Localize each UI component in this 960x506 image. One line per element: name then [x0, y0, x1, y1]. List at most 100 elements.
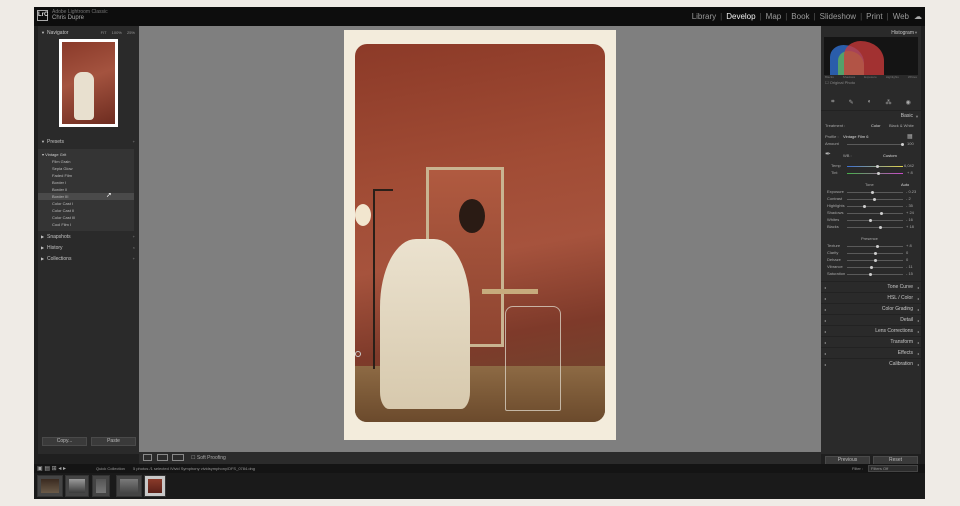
soft-proofing-label[interactable]: ☐ Soft Proofing — [191, 455, 226, 461]
slider-track[interactable] — [847, 220, 903, 221]
module-slideshow[interactable]: Slideshow — [820, 12, 856, 21]
paste-button[interactable]: Paste — [91, 437, 136, 446]
tone-auto-button[interactable]: Auto — [901, 182, 909, 187]
masking-icon[interactable]: ◐ — [868, 99, 872, 105]
zoom-100[interactable]: 100% — [112, 30, 122, 35]
amount-slider[interactable] — [847, 144, 903, 145]
slider-knob[interactable] — [878, 226, 882, 229]
slider-label: Exposure — [827, 189, 844, 194]
slider-track[interactable] — [847, 192, 903, 193]
loupe-view-icon[interactable] — [143, 454, 152, 461]
profile-browser-icon[interactable]: ▦ — [907, 133, 913, 140]
tint-slider-knob[interactable] — [877, 172, 880, 175]
treatment-bw[interactable]: Black & White — [889, 123, 914, 128]
add-collection-icon[interactable]: + — [133, 254, 135, 264]
ai-edit-icon[interactable]: ⁂ — [886, 99, 892, 106]
zoom-fit[interactable]: FIT — [101, 30, 107, 35]
brush-icon[interactable]: ✎ — [849, 99, 854, 106]
module-map[interactable]: Map — [766, 12, 782, 21]
filmstrip-thumbnail-selected[interactable] — [144, 475, 166, 497]
add-snapshot-icon[interactable]: + — [133, 232, 135, 242]
slider-knob[interactable] — [863, 205, 867, 208]
preset-item[interactable]: Color Cast II — [52, 207, 130, 214]
slider-knob[interactable] — [870, 266, 874, 269]
temp-slider-knob[interactable] — [876, 165, 879, 168]
slider-knob[interactable] — [873, 252, 877, 255]
original-photo-checkbox[interactable]: ☐ Original Photo — [825, 80, 855, 85]
panel-section-header[interactable]: ◂ Calibration ◂ — [821, 358, 921, 369]
add-preset-icon[interactable]: + — [133, 137, 135, 147]
filmstrip-source[interactable]: Quick Collection — [96, 466, 125, 471]
preset-item[interactable]: Faded Film — [52, 172, 130, 179]
image-canvas[interactable] — [139, 26, 821, 452]
zoom-25[interactable]: 25% — [127, 30, 135, 35]
slider-track[interactable] — [847, 274, 903, 275]
module-print[interactable]: Print — [866, 12, 882, 21]
preset-item[interactable]: Sepia Glow — [52, 165, 130, 172]
eye-icon[interactable]: ◉ — [906, 99, 911, 106]
presets-header[interactable]: ▼ Presets + — [38, 137, 139, 147]
slider-knob[interactable] — [871, 191, 875, 194]
slider-knob[interactable] — [869, 219, 873, 222]
slider-knob[interactable] — [875, 245, 879, 248]
panel-section-header[interactable]: ◂ Tone Curve ◂ — [821, 281, 921, 292]
panel-section-header[interactable]: ◂ Color Grading ◂ — [821, 303, 921, 314]
photo-border — [344, 30, 616, 440]
profile-dropdown[interactable]: Vintage Film 6 — [843, 134, 869, 139]
before-after-icon[interactable] — [157, 454, 168, 461]
panel-section-header[interactable]: ◂ Detail ◂ — [821, 314, 921, 325]
collections-header[interactable]: ▶ Collections + — [38, 254, 139, 264]
temp-slider[interactable] — [847, 166, 903, 167]
histogram[interactable] — [824, 37, 918, 75]
preset-item[interactable]: Color Cast I — [52, 200, 130, 207]
slider-track[interactable] — [847, 206, 903, 207]
tint-slider[interactable] — [847, 173, 903, 174]
snapshots-header[interactable]: ▶ Snapshots + — [38, 232, 139, 242]
preset-item[interactable]: Cool Film I — [52, 221, 130, 228]
module-library[interactable]: Library — [692, 12, 716, 21]
navigator-header[interactable]: ▼ Navigator FIT 100% 25% — [38, 28, 139, 38]
slider-value: - 0.23 — [906, 189, 917, 194]
treatment-color[interactable]: Color — [871, 123, 881, 128]
slider-knob[interactable] — [872, 198, 876, 201]
basic-header[interactable]: Basic ▼ — [821, 110, 921, 121]
preset-group[interactable]: ▾ Vintage Grit — [42, 151, 120, 158]
top-bar: LrC Adobe Lightroom Classic Chris Dupre … — [34, 7, 925, 26]
slider-knob[interactable] — [873, 259, 877, 262]
slider-value: 0 — [906, 257, 909, 262]
slider-knob[interactable] — [869, 273, 873, 276]
filmstrip-thumbnail[interactable] — [116, 475, 142, 497]
view-mode-icons[interactable]: ▣ ▤ ⊞ ◂ ▸ — [37, 465, 66, 472]
filmstrip-thumbnail[interactable] — [37, 475, 63, 497]
slider-track[interactable] — [847, 227, 903, 228]
filmstrip-thumbnail[interactable] — [92, 475, 110, 497]
filmstrip-thumbnail[interactable] — [65, 475, 89, 497]
navigator-preview[interactable] — [59, 39, 118, 127]
preset-item[interactable]: Border II — [52, 186, 130, 193]
cloud-icon[interactable]: ☁ — [914, 12, 922, 21]
module-web[interactable]: Web — [893, 12, 909, 21]
preset-item[interactable]: Film Grain — [52, 158, 130, 165]
panel-section-header[interactable]: ◂ Transform ◂ — [821, 336, 921, 347]
panel-section-header[interactable]: ◂ Effects ◂ — [821, 347, 921, 358]
white-balance-eyedropper-icon[interactable]: ✒ — [825, 150, 831, 158]
panel-section-header[interactable]: ◂ Lens Corrections ◂ — [821, 325, 921, 336]
module-book[interactable]: Book — [791, 12, 809, 21]
panel-toggle-icon[interactable]: ◂ — [824, 359, 826, 370]
preset-item[interactable]: Border I — [52, 179, 130, 186]
clear-history-icon[interactable]: × — [133, 243, 135, 253]
slider-track[interactable] — [847, 213, 903, 214]
crop-icon[interactable]: ⌗ — [831, 99, 834, 106]
amount-slider-knob[interactable] — [901, 143, 904, 146]
before-after-split-icon[interactable] — [172, 454, 184, 461]
copy-button[interactable]: Copy... — [42, 437, 87, 446]
slider-knob[interactable] — [880, 212, 884, 215]
history-header[interactable]: ▶ History × — [38, 243, 139, 253]
slider-track[interactable] — [847, 267, 903, 268]
wb-dropdown[interactable]: Custom — [883, 153, 897, 158]
preset-item-selected[interactable]: Border III — [38, 193, 134, 200]
module-develop[interactable]: Develop — [726, 12, 755, 21]
panel-section-header[interactable]: ◂ HSL / Color ◂ — [821, 292, 921, 303]
filter-dropdown[interactable]: Filters Off — [868, 465, 918, 472]
preset-item[interactable]: Color Cast III — [52, 214, 130, 221]
